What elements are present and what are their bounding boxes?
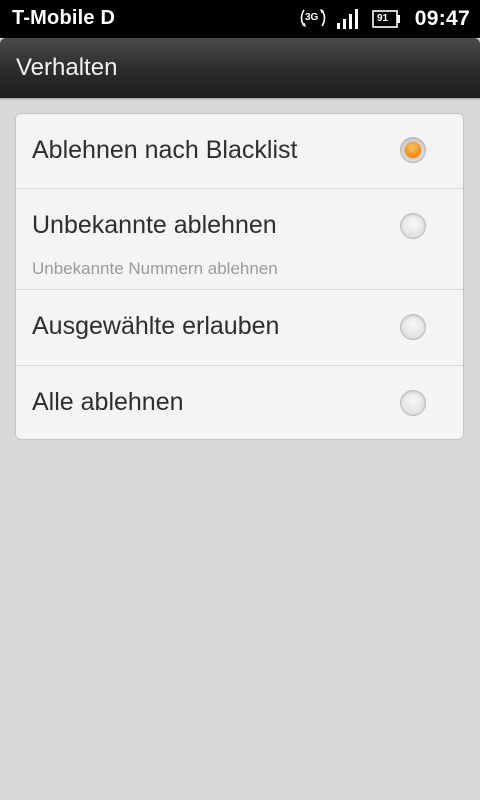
options-list: Ablehnen nach Blacklist Unbekannte ableh… bbox=[15, 113, 464, 440]
battery-icon: 91 bbox=[372, 10, 402, 28]
signal-strength-icon bbox=[336, 8, 362, 30]
page-title: Verhalten bbox=[16, 54, 118, 81]
network-type-label: 3G bbox=[305, 12, 319, 23]
network-3g-icon: 3G bbox=[298, 8, 328, 28]
carrier-name: T-Mobile D bbox=[12, 7, 116, 29]
option-label: Alle ablehnen bbox=[32, 388, 184, 416]
radio-button[interactable] bbox=[400, 390, 426, 416]
option-label: Ausgewählte erlauben bbox=[32, 312, 280, 340]
radio-button-selected[interactable] bbox=[400, 137, 426, 163]
option-label: Unbekannte ablehnen bbox=[32, 211, 277, 239]
option-label: Ablehnen nach Blacklist bbox=[32, 136, 298, 164]
option-row-unknown[interactable]: Unbekannte ablehnen Unbekannte Nummern a… bbox=[16, 189, 463, 290]
title-bar: Verhalten bbox=[0, 38, 480, 98]
option-row-selected-allow[interactable]: Ausgewählte erlauben bbox=[16, 290, 463, 366]
option-subtitle: Unbekannte Nummern ablehnen bbox=[32, 259, 278, 278]
option-row-blacklist[interactable]: Ablehnen nach Blacklist bbox=[16, 114, 463, 189]
radio-button[interactable] bbox=[400, 213, 426, 239]
battery-level: 91 bbox=[377, 13, 389, 24]
status-clock: 09:47 bbox=[414, 7, 470, 30]
status-bar: T-Mobile D 3G 91 09:47 bbox=[0, 0, 480, 38]
option-row-reject-all[interactable]: Alle ablehnen bbox=[16, 366, 463, 439]
radio-button[interactable] bbox=[400, 314, 426, 340]
